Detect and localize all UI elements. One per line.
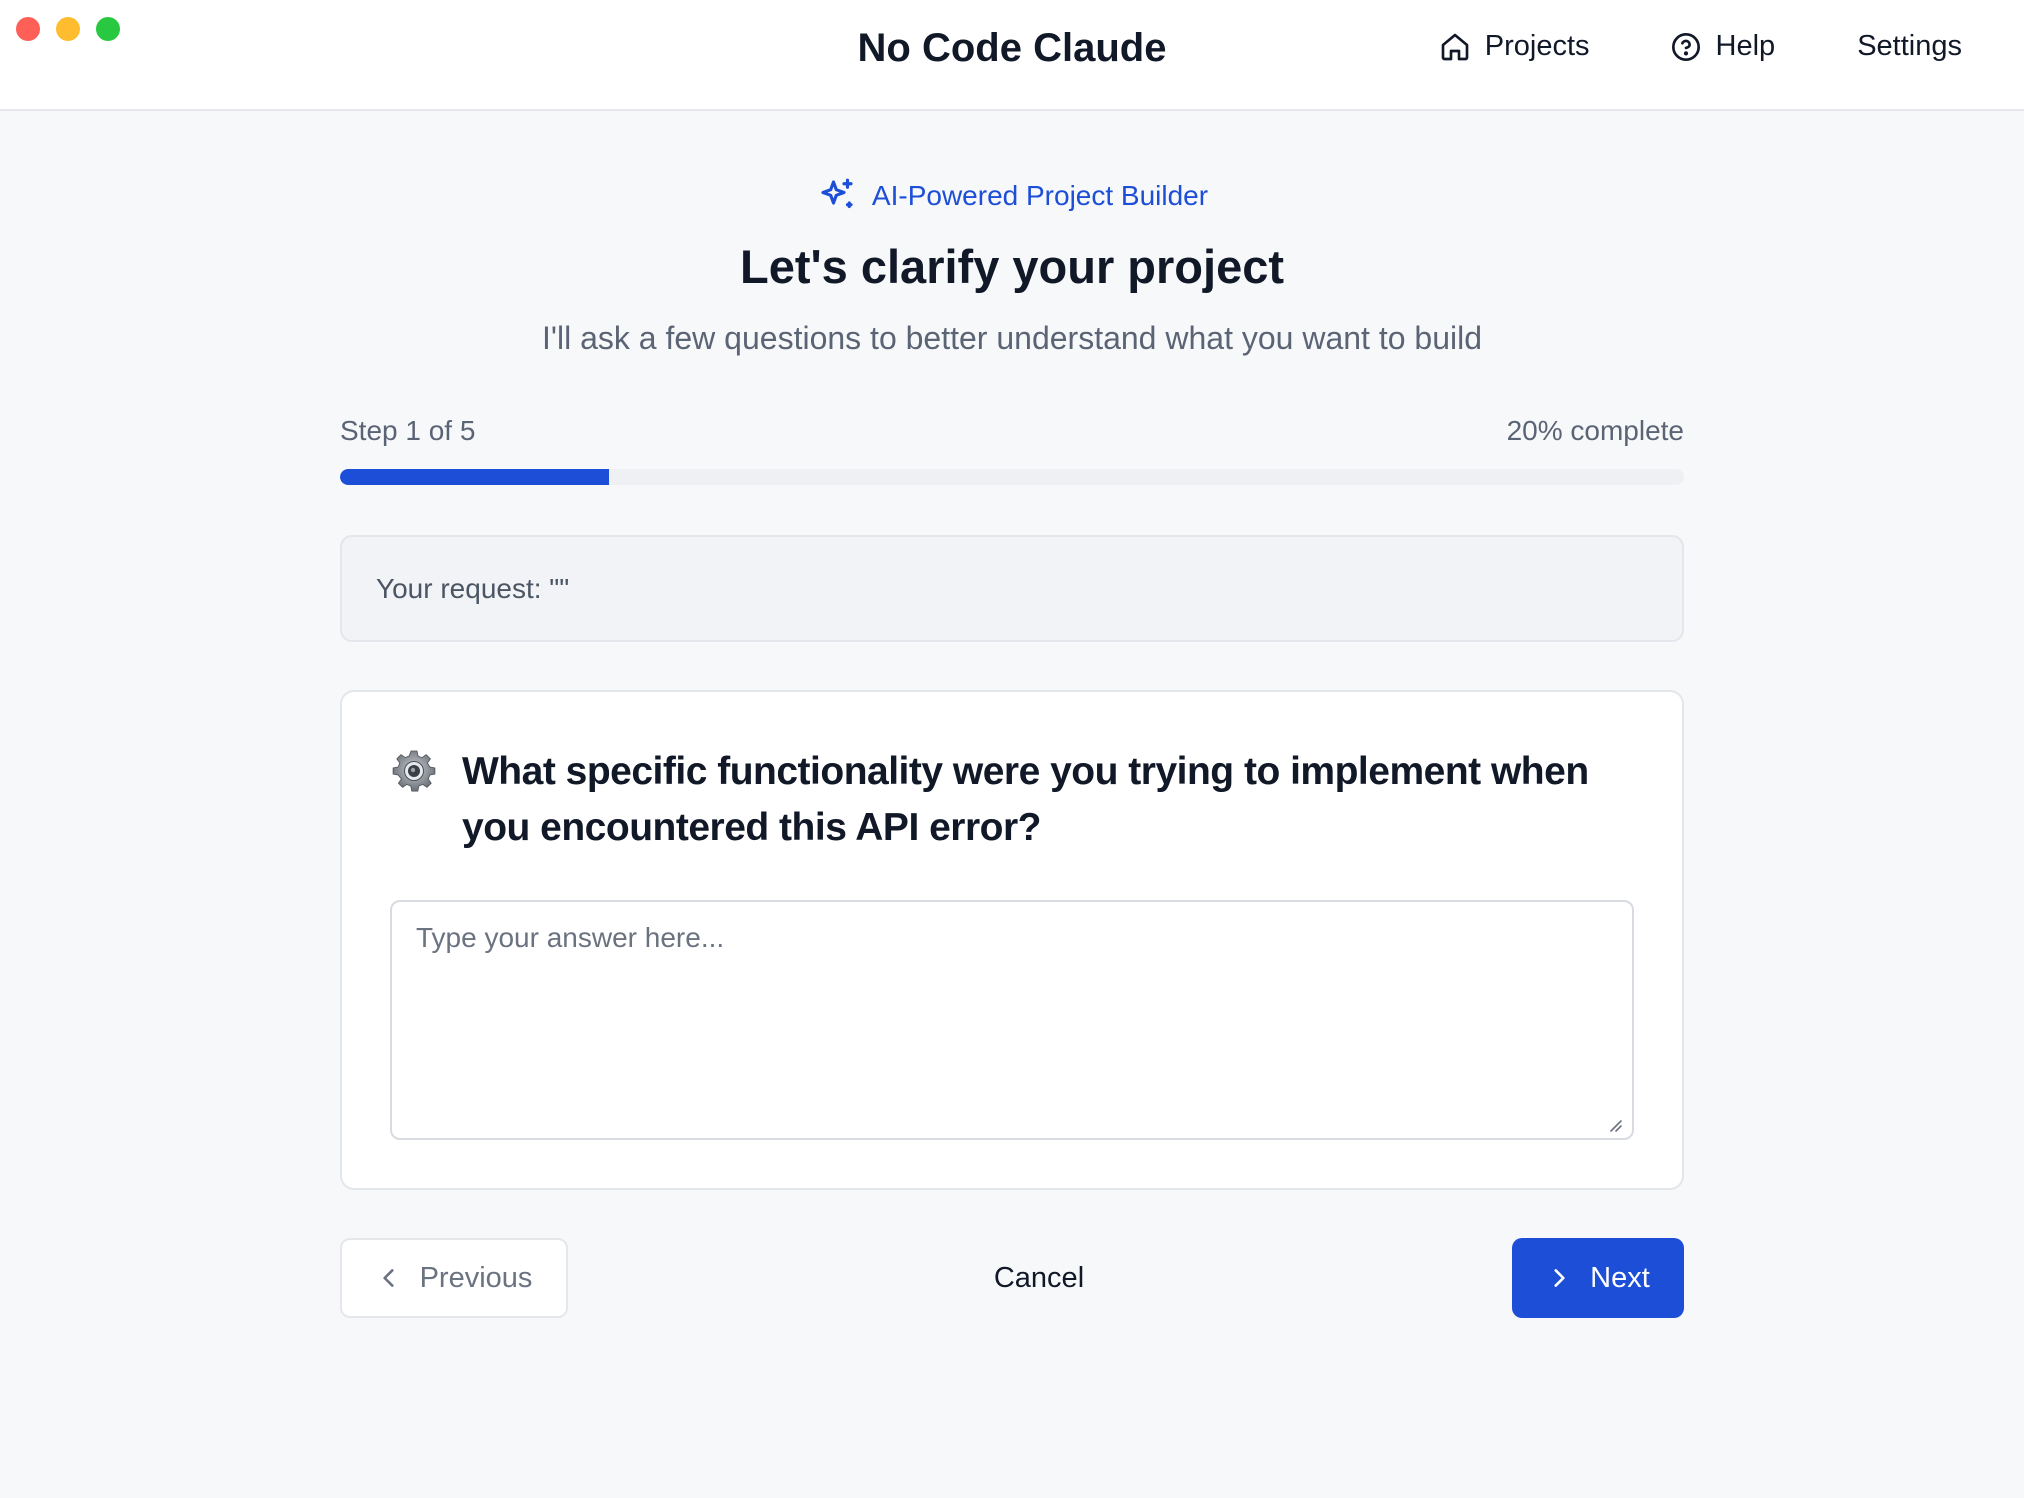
next-button-label: Next xyxy=(1590,1261,1650,1294)
progress-labels: Step 1 of 5 20% complete xyxy=(340,415,1684,447)
chevron-right-icon xyxy=(1554,1269,1565,1287)
percent-complete-label: 20% complete xyxy=(1506,415,1684,446)
close-window-button[interactable] xyxy=(16,17,40,41)
wizard-main: AI-Powered Project Builder Let's clarify… xyxy=(340,111,1684,1318)
chevron-left-icon xyxy=(382,1269,394,1287)
nav-settings-link[interactable]: Settings xyxy=(1857,30,1962,63)
previous-button[interactable]: Previous xyxy=(340,1238,568,1318)
minimize-window-button[interactable] xyxy=(56,17,80,41)
page-title: Let's clarify your project xyxy=(739,240,1284,293)
window-controls xyxy=(16,17,120,41)
nav-help-link[interactable]: Help xyxy=(1670,30,1776,63)
question-card: What specific functionality were you try… xyxy=(340,690,1684,1190)
next-button[interactable]: Next xyxy=(1512,1238,1684,1318)
question-text: What specific functionality were you try… xyxy=(462,750,1589,849)
progress-bar xyxy=(340,469,1684,485)
nav-projects-link[interactable]: Projects xyxy=(1439,30,1590,63)
nav-settings-label: Settings xyxy=(1857,30,1962,62)
request-summary-text: Your request: "" xyxy=(376,572,570,604)
title-bar: No Code Claude Projects Help Settings xyxy=(0,0,2024,111)
step-label: Step 1 of 5 xyxy=(340,415,476,446)
question-row: What specific functionality were you try… xyxy=(390,744,1634,856)
nav-projects-label: Projects xyxy=(1484,30,1590,62)
builder-badge-label: AI-Powered Project Builder xyxy=(871,180,1209,211)
sparkles-icon xyxy=(821,178,853,209)
page-subtitle: I'll ask a few questions to better under… xyxy=(542,320,1482,356)
answer-textarea[interactable] xyxy=(390,900,1634,1140)
nav-help-label: Help xyxy=(1715,30,1776,62)
request-summary: Your request: "" xyxy=(340,535,1684,642)
home-icon xyxy=(1441,33,1469,60)
builder-badge: AI-Powered Project Builder xyxy=(340,175,1684,217)
top-nav: Projects Help Settings xyxy=(1439,30,1962,63)
zoom-window-button[interactable] xyxy=(96,17,120,41)
resize-handle-icon[interactable] xyxy=(1606,1116,1622,1132)
help-circle-icon xyxy=(1671,32,1700,61)
wizard-actions: Previous Cancel Next xyxy=(340,1238,1684,1318)
previous-button-label: Previous xyxy=(419,1261,533,1294)
cancel-button[interactable]: Cancel xyxy=(994,1262,1084,1295)
gear-icon xyxy=(392,750,436,792)
progress-bar-fill xyxy=(340,469,609,485)
